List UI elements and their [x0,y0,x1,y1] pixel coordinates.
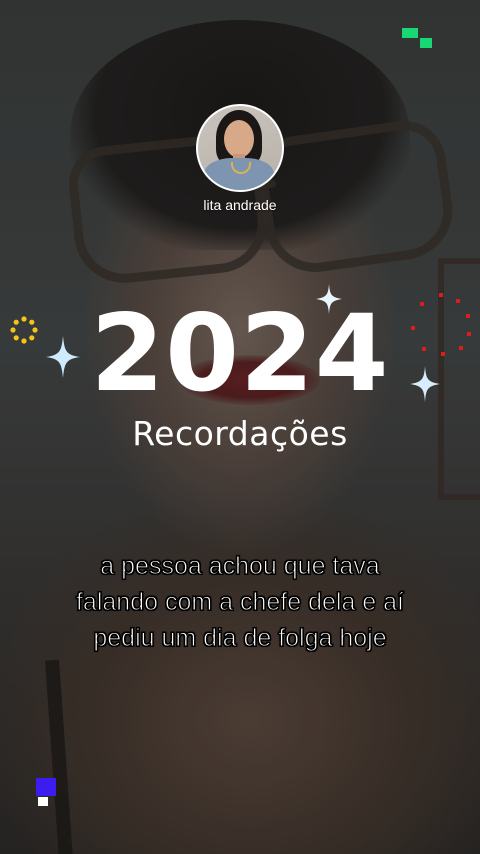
blue-pixel-decoration [36,778,56,796]
memories-subtitle: Recordações [132,414,348,453]
caption-line-3: pediu um dia de folga hoje [93,624,387,653]
background-strap [45,659,73,854]
video-caption: a pessoa achou que tava falando com a ch… [20,548,460,656]
green-pixel-decoration [402,28,418,38]
caption-line-1: a pessoa achou que tava [100,552,380,581]
caption-line-2: falando com a chefe dela e aí [75,588,404,617]
white-pixel-decoration [38,797,48,806]
username-label[interactable]: lita andrade [0,197,480,213]
green-pixel-decoration [420,38,432,48]
avatar-face [224,120,254,158]
avatar[interactable] [196,104,284,192]
year-title: 2024 [90,292,390,415]
